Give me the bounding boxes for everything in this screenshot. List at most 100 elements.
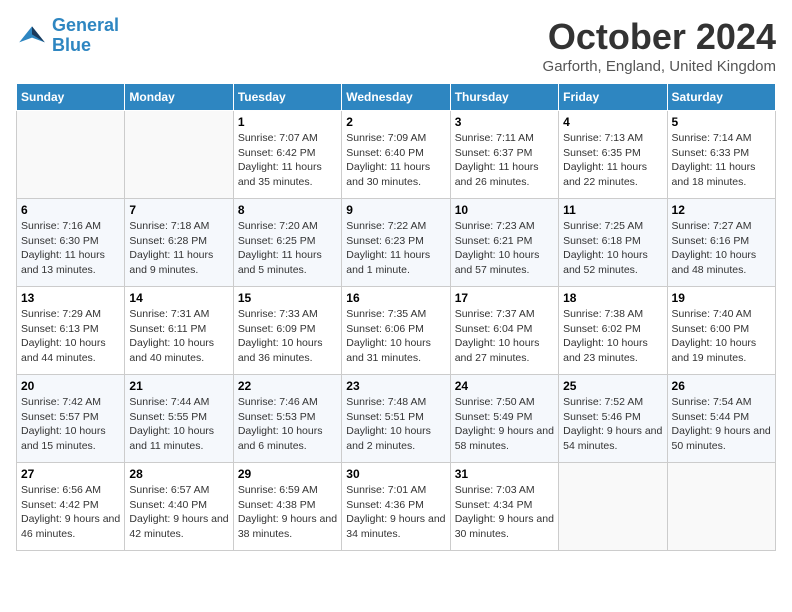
calendar-body: 1Sunrise: 7:07 AMSunset: 6:42 PMDaylight…: [17, 111, 776, 551]
calendar-cell: 15Sunrise: 7:33 AMSunset: 6:09 PMDayligh…: [233, 287, 341, 375]
calendar-cell: 27 Sunrise: 6:56 AMSunset: 4:42 PMDayligh…: [17, 463, 125, 551]
day-number: 20: [21, 379, 120, 393]
weekday-header-friday: Friday: [559, 84, 667, 111]
day-number: 11: [563, 203, 662, 217]
day-number: 12: [672, 203, 771, 217]
calendar-cell: 31 Sunrise: 7:03 AMSunset: 4:34 PMDayligh…: [450, 463, 558, 551]
day-number: 28: [129, 467, 228, 481]
calendar-cell: 9 Sunrise: 7:22 AMSunset: 6:23 PMDaylight…: [342, 199, 450, 287]
day-number: 19: [672, 291, 771, 305]
day-detail: Sunrise: 7:27 AMSunset: 6:16 PMDaylight:…: [672, 219, 771, 278]
weekday-header-tuesday: Tuesday: [233, 84, 341, 111]
day-number: 25: [563, 379, 662, 393]
calendar-cell: 17Sunrise: 7:37 AMSunset: 6:04 PMDayligh…: [450, 287, 558, 375]
day-detail: Sunrise: 7:46 AMSunset: 5:53 PMDaylight:…: [238, 395, 337, 454]
calendar-cell: 24 Sunrise: 7:50 AMSunset: 5:49 PMDayligh…: [450, 375, 558, 463]
calendar-cell: 10Sunrise: 7:23 AMSunset: 6:21 PMDayligh…: [450, 199, 558, 287]
weekday-header-monday: Monday: [125, 84, 233, 111]
day-detail: Sunrise: 7:18 AMSunset: 6:28 PMDaylight:…: [129, 219, 228, 278]
day-number: 2: [346, 115, 445, 129]
calendar-table: SundayMondayTuesdayWednesdayThursdayFrid…: [16, 83, 776, 551]
day-number: 9: [346, 203, 445, 217]
day-number: 21: [129, 379, 228, 393]
logo-text: General Blue: [52, 16, 119, 56]
day-number: 18: [563, 291, 662, 305]
calendar-cell: 21 Sunrise: 7:44 AMSunset: 5:55 PMDayligh…: [125, 375, 233, 463]
day-number: 29: [238, 467, 337, 481]
calendar-cell: 1Sunrise: 7:07 AMSunset: 6:42 PMDaylight…: [233, 111, 341, 199]
calendar-week-row: 6Sunrise: 7:16 AMSunset: 6:30 PMDaylight…: [17, 199, 776, 287]
calendar-cell: 19 Sunrise: 7:40 AMSunset: 6:00 PMDayligh…: [667, 287, 775, 375]
calendar-cell: 16 Sunrise: 7:35 AMSunset: 6:06 PMDayligh…: [342, 287, 450, 375]
calendar-cell: 25 Sunrise: 7:52 AMSunset: 5:46 PMDayligh…: [559, 375, 667, 463]
calendar-cell: 23 Sunrise: 7:48 AMSunset: 5:51 PMDayligh…: [342, 375, 450, 463]
day-detail: Sunrise: 7:48 AMSunset: 5:51 PMDaylight:…: [346, 395, 445, 454]
weekday-header-saturday: Saturday: [667, 84, 775, 111]
calendar-cell: [17, 111, 125, 199]
day-number: 31: [455, 467, 554, 481]
calendar-cell: 7 Sunrise: 7:18 AMSunset: 6:28 PMDaylight…: [125, 199, 233, 287]
calendar-cell: 22Sunrise: 7:46 AMSunset: 5:53 PMDayligh…: [233, 375, 341, 463]
day-detail: Sunrise: 7:22 AMSunset: 6:23 PMDaylight:…: [346, 219, 445, 278]
day-detail: Sunrise: 7:44 AMSunset: 5:55 PMDaylight:…: [129, 395, 228, 454]
day-detail: Sunrise: 7:50 AMSunset: 5:49 PMDaylight:…: [455, 395, 554, 454]
day-detail: Sunrise: 7:14 AMSunset: 6:33 PMDaylight:…: [672, 131, 771, 190]
day-number: 16: [346, 291, 445, 305]
calendar-cell: 12 Sunrise: 7:27 AMSunset: 6:16 PMDayligh…: [667, 199, 775, 287]
calendar-cell: 26Sunrise: 7:54 AMSunset: 5:44 PMDayligh…: [667, 375, 775, 463]
day-number: 13: [21, 291, 120, 305]
day-detail: Sunrise: 7:11 AMSunset: 6:37 PMDaylight:…: [455, 131, 554, 190]
calendar-week-row: 27 Sunrise: 6:56 AMSunset: 4:42 PMDayligh…: [17, 463, 776, 551]
day-number: 23: [346, 379, 445, 393]
month-title: October 2024: [543, 16, 776, 58]
day-number: 15: [238, 291, 337, 305]
logo: General Blue: [16, 16, 119, 56]
location: Garforth, England, United Kingdom: [543, 58, 776, 75]
calendar-cell: 13 Sunrise: 7:29 AMSunset: 6:13 PMDayligh…: [17, 287, 125, 375]
calendar-cell: 11 Sunrise: 7:25 AMSunset: 6:18 PMDayligh…: [559, 199, 667, 287]
day-number: 4: [563, 115, 662, 129]
calendar-cell: 4Sunrise: 7:13 AMSunset: 6:35 PMDaylight…: [559, 111, 667, 199]
calendar-cell: 5 Sunrise: 7:14 AMSunset: 6:33 PMDaylight…: [667, 111, 775, 199]
calendar-cell: 29 Sunrise: 6:59 AMSunset: 4:38 PMDayligh…: [233, 463, 341, 551]
calendar-cell: 30 Sunrise: 7:01 AMSunset: 4:36 PMDayligh…: [342, 463, 450, 551]
day-detail: Sunrise: 7:52 AMSunset: 5:46 PMDaylight:…: [563, 395, 662, 454]
day-detail: Sunrise: 7:38 AMSunset: 6:02 PMDaylight:…: [563, 307, 662, 366]
day-detail: Sunrise: 7:03 AMSunset: 4:34 PMDaylight:…: [455, 483, 554, 542]
weekday-header-wednesday: Wednesday: [342, 84, 450, 111]
day-number: 5: [672, 115, 771, 129]
weekday-header-thursday: Thursday: [450, 84, 558, 111]
day-number: 17: [455, 291, 554, 305]
calendar-week-row: 1Sunrise: 7:07 AMSunset: 6:42 PMDaylight…: [17, 111, 776, 199]
day-detail: Sunrise: 7:16 AMSunset: 6:30 PMDaylight:…: [21, 219, 120, 278]
day-detail: Sunrise: 7:01 AMSunset: 4:36 PMDaylight:…: [346, 483, 445, 542]
day-detail: Sunrise: 6:56 AMSunset: 4:42 PMDaylight:…: [21, 483, 120, 542]
weekday-header-sunday: Sunday: [17, 84, 125, 111]
day-detail: Sunrise: 7:23 AMSunset: 6:21 PMDaylight:…: [455, 219, 554, 278]
calendar-week-row: 13 Sunrise: 7:29 AMSunset: 6:13 PMDayligh…: [17, 287, 776, 375]
calendar-cell: [559, 463, 667, 551]
day-detail: Sunrise: 7:20 AMSunset: 6:25 PMDaylight:…: [238, 219, 337, 278]
page-header: General Blue October 2024 Garforth, Engl…: [16, 16, 776, 75]
calendar-cell: 20 Sunrise: 7:42 AMSunset: 5:57 PMDayligh…: [17, 375, 125, 463]
calendar-cell: [125, 111, 233, 199]
day-detail: Sunrise: 7:35 AMSunset: 6:06 PMDaylight:…: [346, 307, 445, 366]
day-number: 30: [346, 467, 445, 481]
day-number: 24: [455, 379, 554, 393]
day-number: 7: [129, 203, 228, 217]
day-detail: Sunrise: 7:42 AMSunset: 5:57 PMDaylight:…: [21, 395, 120, 454]
day-detail: Sunrise: 6:59 AMSunset: 4:38 PMDaylight:…: [238, 483, 337, 542]
calendar-cell: 8 Sunrise: 7:20 AMSunset: 6:25 PMDaylight…: [233, 199, 341, 287]
day-number: 27: [21, 467, 120, 481]
calendar-cell: 18 Sunrise: 7:38 AMSunset: 6:02 PMDayligh…: [559, 287, 667, 375]
calendar-cell: 6Sunrise: 7:16 AMSunset: 6:30 PMDaylight…: [17, 199, 125, 287]
day-number: 1: [238, 115, 337, 129]
day-detail: Sunrise: 7:09 AMSunset: 6:40 PMDaylight:…: [346, 131, 445, 190]
calendar-week-row: 20 Sunrise: 7:42 AMSunset: 5:57 PMDayligh…: [17, 375, 776, 463]
day-number: 8: [238, 203, 337, 217]
calendar-cell: 3Sunrise: 7:11 AMSunset: 6:37 PMDaylight…: [450, 111, 558, 199]
day-detail: Sunrise: 7:25 AMSunset: 6:18 PMDaylight:…: [563, 219, 662, 278]
day-detail: Sunrise: 7:29 AMSunset: 6:13 PMDaylight:…: [21, 307, 120, 366]
calendar-header-row: SundayMondayTuesdayWednesdayThursdayFrid…: [17, 84, 776, 111]
day-detail: Sunrise: 7:40 AMSunset: 6:00 PMDaylight:…: [672, 307, 771, 366]
